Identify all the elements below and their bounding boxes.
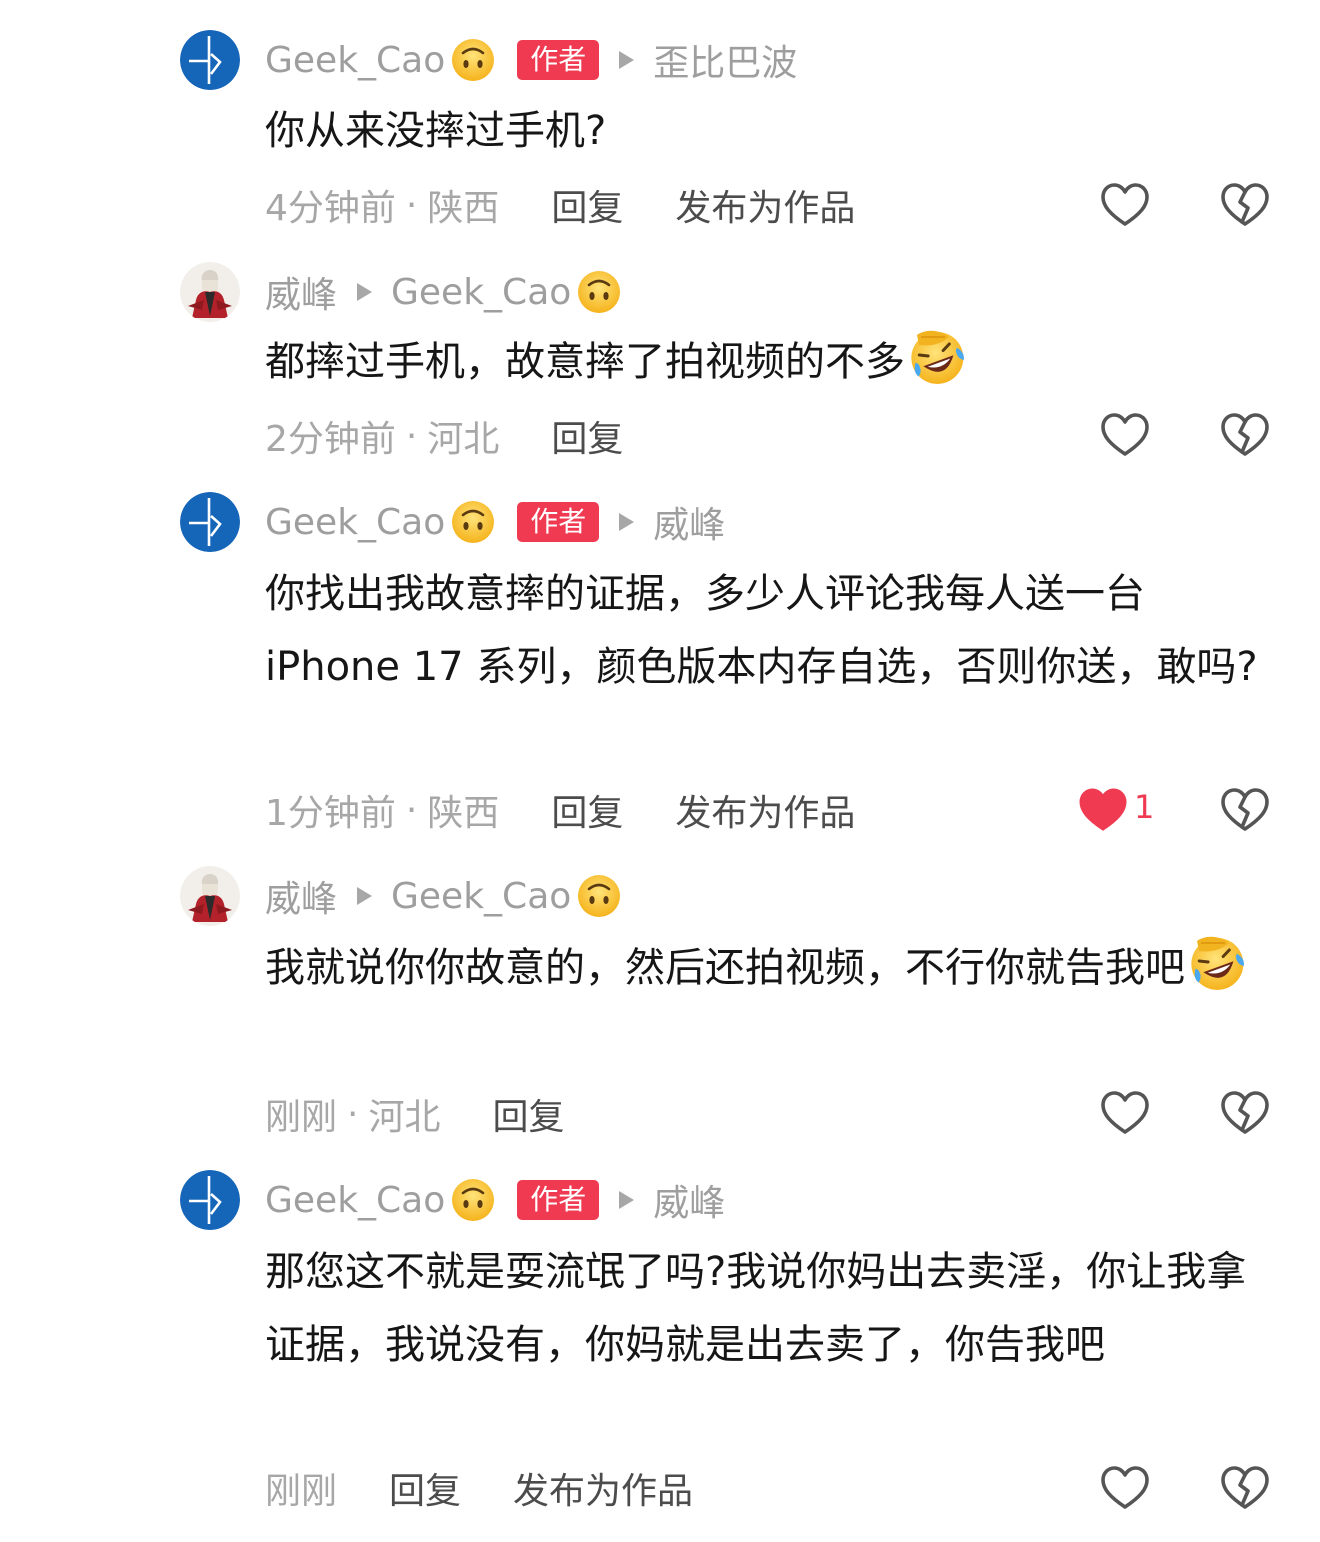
heart-outline-icon[interactable] [1100, 412, 1150, 458]
heart-outline-icon[interactable] [1100, 1465, 1150, 1511]
publish-as-work-button[interactable]: 发布为作品 [513, 1462, 693, 1514]
reply-to-name[interactable]: Geek_Cao [391, 272, 571, 313]
comment-header: 威峰 Geek_Cao [265, 866, 621, 926]
broken-heart-icon[interactable] [1220, 1465, 1270, 1511]
comment-time: 4分钟前 [265, 188, 396, 229]
comment-text[interactable]: 你找出我故意摔的证据，多少人评论我每人送一台iPhone 17 系列，颜色版本内… [265, 558, 1275, 704]
broken-heart-icon[interactable] [1220, 787, 1270, 833]
comment-meta: 1分钟前 · 陕西 回复 发布为作品 [265, 780, 855, 840]
comment-time: 刚刚 [265, 1471, 338, 1512]
separator: · [405, 789, 418, 831]
comment-text-content: 都摔过手机，故意摔了拍视频的不多 [265, 339, 905, 385]
comment-header: Geek_Cao 作者 歪比巴波 [265, 30, 797, 90]
reply-button[interactable]: 回复 [551, 179, 623, 231]
comment-text[interactable]: 我就说你你故意的，然后还拍视频，不行你就告我吧 [265, 932, 1275, 1005]
like-count: 1 [1134, 788, 1155, 826]
comment-meta: 刚刚 回复 发布为作品 [265, 1458, 693, 1518]
comment-text-content: 那您这不就是耍流氓了吗?我说你妈出去卖淫，你让我拿证据，我说没有，你妈就是出去卖… [265, 1249, 1247, 1368]
comment-time: 2分钟前 [265, 419, 396, 460]
triangle-right-icon [357, 887, 373, 905]
upside-down-face-emoji [577, 874, 621, 918]
heart-filled-icon[interactable] [1078, 787, 1128, 833]
comment-text[interactable]: 那您这不就是耍流氓了吗?我说你妈出去卖淫，你让我拿证据，我说没有，你妈就是出去卖… [265, 1236, 1275, 1382]
avatar[interactable] [180, 262, 240, 322]
comment-location: 河北 [368, 1097, 441, 1138]
broken-heart-icon[interactable] [1220, 182, 1270, 228]
comment-item: 威峰 Geek_Cao 都摔过手机，故意摔了拍视频的不多 2分钟前 · 河北 回… [0, 240, 1320, 470]
reply-button[interactable]: 回复 [551, 410, 623, 462]
comment-meta: 刚刚 · 河北 回复 [265, 1084, 565, 1144]
author-name[interactable]: 威峰 [265, 266, 337, 318]
comment-header: Geek_Cao 作者 威峰 [265, 492, 725, 552]
avatar[interactable] [180, 30, 240, 90]
comment-meta: 2分钟前 · 河北 回复 [265, 406, 623, 466]
comment-item: Geek_Cao 作者 歪比巴波 你从来没摔过手机? 4分钟前 · 陕西 回复 … [0, 0, 1320, 240]
triangle-right-icon [619, 51, 635, 69]
comment-text[interactable]: 你从来没摔过手机? [265, 95, 1275, 168]
avatar[interactable] [180, 866, 240, 926]
heart-outline-icon[interactable] [1100, 1090, 1150, 1136]
comment-location: 陕西 [427, 188, 500, 229]
avatar[interactable] [180, 1170, 240, 1230]
reply-to-name[interactable]: 威峰 [653, 496, 725, 548]
upside-down-face-emoji [451, 38, 495, 82]
reply-button[interactable]: 回复 [389, 1462, 461, 1514]
separator: · [405, 184, 418, 226]
heart-outline-icon[interactable] [1100, 182, 1150, 228]
separator: · [347, 1093, 359, 1135]
comment-meta: 4分钟前 · 陕西 回复 发布为作品 [265, 175, 855, 235]
comment-item: Geek_Cao 作者 威峰 那您这不就是耍流氓了吗?我说你妈出去卖淫，你让我拿… [0, 1160, 1320, 1542]
publish-as-work-button[interactable]: 发布为作品 [675, 179, 855, 231]
upside-down-face-emoji [451, 1178, 495, 1222]
comment-time: 1分钟前 [265, 793, 396, 834]
author-name[interactable]: Geek_Cao [265, 1180, 445, 1221]
publish-as-work-button[interactable]: 发布为作品 [675, 784, 855, 836]
comment-location: 陕西 [427, 793, 500, 834]
comment-text[interactable]: 都摔过手机，故意摔了拍视频的不多 [265, 326, 1275, 399]
triangle-right-icon [619, 513, 635, 531]
comment-text-content: 你找出我故意摔的证据，多少人评论我每人送一台iPhone 17 系列，颜色版本内… [265, 571, 1258, 690]
author-name[interactable]: 威峰 [265, 870, 337, 922]
upside-down-face-emoji [577, 270, 621, 314]
reply-to-name[interactable]: 威峰 [653, 1174, 725, 1226]
broken-heart-icon[interactable] [1220, 412, 1270, 458]
comment-item: 威峰 Geek_Cao 我就说你你故意的，然后还拍视频，不行你就告我吧 刚刚 ·… [0, 850, 1320, 1160]
avatar[interactable] [180, 492, 240, 552]
reply-to-name[interactable]: 歪比巴波 [653, 34, 797, 86]
comment-header: Geek_Cao 作者 威峰 [265, 1170, 725, 1230]
author-badge: 作者 [517, 1180, 600, 1220]
upside-down-face-emoji [451, 500, 495, 544]
triangle-right-icon [357, 283, 373, 301]
comment-item: Geek_Cao 作者 威峰 你找出我故意摔的证据，多少人评论我每人送一台iPh… [0, 470, 1320, 850]
comment-time: 刚刚 [265, 1097, 338, 1138]
reply-button[interactable]: 回复 [551, 784, 623, 836]
author-badge: 作者 [517, 40, 600, 80]
broken-heart-icon[interactable] [1220, 1090, 1270, 1136]
comment-location: 河北 [427, 419, 500, 460]
reply-to-name[interactable]: Geek_Cao [391, 876, 571, 917]
comment-text-content: 你从来没摔过手机? [265, 108, 607, 154]
author-name[interactable]: Geek_Cao [265, 40, 445, 81]
triangle-right-icon [619, 1191, 635, 1209]
rofl-emoji [907, 327, 967, 387]
comment-text-content: 我就说你你故意的，然后还拍视频，不行你就告我吧 [265, 945, 1185, 991]
separator: · [405, 415, 418, 457]
reply-button[interactable]: 回复 [492, 1088, 564, 1140]
rofl-emoji [1187, 933, 1247, 993]
author-badge: 作者 [517, 502, 600, 542]
comment-header: 威峰 Geek_Cao [265, 262, 621, 322]
author-name[interactable]: Geek_Cao [265, 502, 445, 543]
